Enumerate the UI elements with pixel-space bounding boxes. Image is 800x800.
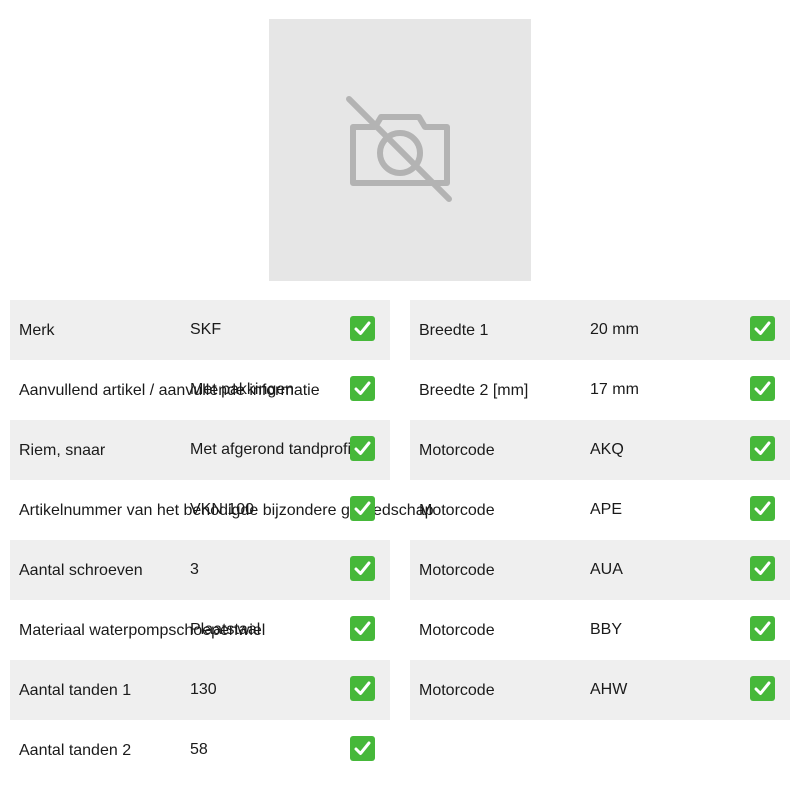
spec-label: Aantal tanden 1 xyxy=(19,682,132,699)
spec-row: Motorcode AHW xyxy=(410,660,790,720)
spec-value: Met afgerond tandprofiel xyxy=(190,441,364,458)
spec-row: Motorcode AUA xyxy=(410,540,790,600)
spec-value: AHW xyxy=(590,681,628,698)
spec-value: Plaatstaal xyxy=(190,621,261,638)
check-mark-icon xyxy=(750,676,775,701)
spec-label: Aantal schroeven xyxy=(19,562,143,579)
check-mark-icon xyxy=(350,556,375,581)
spec-value: VKN 100 xyxy=(190,501,255,518)
spec-label: Breedte 1 xyxy=(419,322,489,339)
check-mark-icon xyxy=(350,376,375,401)
spec-label: Aantal tanden 2 xyxy=(19,742,132,759)
spec-value: 20 mm xyxy=(590,321,639,338)
spec-value: BBY xyxy=(590,621,623,638)
spec-label: Merk xyxy=(19,322,55,339)
spec-row: Aanvullend artikel / aanvullende informa… xyxy=(10,360,390,420)
spec-value: APE xyxy=(590,501,623,518)
spec-table-left: Merk SKF Aanvullend artikel / aanvullend… xyxy=(10,300,433,780)
spec-value: 130 xyxy=(190,681,217,698)
spec-label: Motorcode xyxy=(419,442,495,459)
spec-value: AKQ xyxy=(590,441,624,458)
spec-value: 3 xyxy=(190,561,199,578)
spec-label: Motorcode xyxy=(419,622,495,639)
check-mark-icon xyxy=(350,436,375,461)
spec-row: Motorcode AKQ xyxy=(410,420,790,480)
spec-value: 58 xyxy=(190,741,208,758)
check-mark-icon xyxy=(750,616,775,641)
product-image-placeholder xyxy=(269,19,531,281)
spec-label: Motorcode xyxy=(419,562,495,579)
no-photo-camera-icon xyxy=(346,96,452,202)
spec-row: Artikelnummer van het benodigde bijzonde… xyxy=(10,480,433,540)
spec-value: AUA xyxy=(590,561,623,578)
spec-value: Met pakkingen xyxy=(190,381,295,398)
spec-label: Breedte 2 [mm] xyxy=(419,382,529,399)
spec-table-right: Breedte 1 20 mm Breedte 2 [mm] 17 mm Mot… xyxy=(410,300,790,720)
spec-row: Aantal schroeven 3 xyxy=(10,540,390,600)
spec-row: Breedte 1 20 mm xyxy=(410,300,790,360)
check-mark-icon xyxy=(350,496,375,521)
spec-label: Motorcode xyxy=(419,682,495,699)
spec-row: Aantal tanden 2 58 xyxy=(10,720,390,780)
spec-value: SKF xyxy=(190,321,222,338)
check-mark-icon xyxy=(350,736,375,761)
check-mark-icon xyxy=(750,436,775,461)
spec-row: Materiaal waterpompschoepenwiel Plaatsta… xyxy=(10,600,390,660)
spec-row: Breedte 2 [mm] 17 mm xyxy=(410,360,790,420)
check-mark-icon xyxy=(350,616,375,641)
spec-label: Riem, snaar xyxy=(19,442,106,459)
spec-row: Riem, snaar Met afgerond tandprofiel xyxy=(10,420,390,480)
spec-label: Motorcode xyxy=(419,502,495,519)
check-mark-icon xyxy=(750,496,775,521)
spec-row: Motorcode APE xyxy=(410,480,790,540)
spec-row: Merk SKF xyxy=(10,300,390,360)
check-mark-icon xyxy=(750,376,775,401)
spec-row: Aantal tanden 1 130 xyxy=(10,660,390,720)
spec-row: Motorcode BBY xyxy=(410,600,790,660)
spec-value: 17 mm xyxy=(590,381,639,398)
check-mark-icon xyxy=(350,676,375,701)
check-mark-icon xyxy=(350,316,375,341)
check-mark-icon xyxy=(750,556,775,581)
check-mark-icon xyxy=(750,316,775,341)
